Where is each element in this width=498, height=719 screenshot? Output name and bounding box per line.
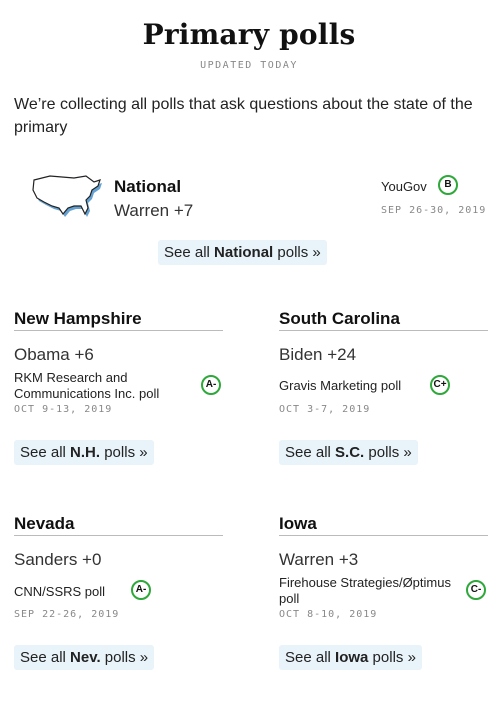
- see-all-prefix: See all: [285, 444, 336, 461]
- updated-label: UPDATED TODAY: [200, 60, 298, 71]
- state-result: Obama +6: [14, 345, 94, 364]
- state-pollster[interactable]: Gravis Marketing poll: [279, 378, 454, 394]
- state-name-iowa: Iowa: [279, 514, 317, 533]
- page-title: Primary polls: [142, 18, 356, 51]
- see-all-prefix: See all: [164, 244, 215, 261]
- state-result: Biden +24: [279, 345, 357, 364]
- see-all-region: S.C.: [335, 444, 365, 461]
- see-all-suffix: polls »: [100, 444, 148, 461]
- divider: [14, 535, 223, 536]
- divider: [14, 330, 223, 331]
- see-all-region: National: [214, 244, 274, 261]
- state-date: OCT 9-13, 2019: [14, 404, 113, 415]
- see-all-sc-button[interactable]: See all S.C. polls »: [279, 440, 418, 465]
- divider: [279, 535, 488, 536]
- see-all-iowa-button[interactable]: See all Iowa polls »: [279, 645, 422, 670]
- national-label: National: [114, 177, 182, 196]
- see-all-prefix: See all: [20, 444, 71, 461]
- state-pollster[interactable]: CNN/SSRS poll: [14, 584, 189, 600]
- national-pollster[interactable]: YouGov: [381, 179, 427, 194]
- grade-badge: A-: [131, 580, 151, 600]
- divider: [279, 330, 488, 331]
- see-all-nh-button[interactable]: See all N.H. polls »: [14, 440, 154, 465]
- see-all-nev-button[interactable]: See all Nev. polls »: [14, 645, 155, 670]
- see-all-national-button[interactable]: See all National polls »: [158, 240, 327, 265]
- see-all-suffix: polls »: [273, 244, 321, 261]
- see-all-suffix: polls »: [100, 649, 149, 666]
- see-all-region: Nev.: [70, 649, 101, 666]
- national-grade-badge: B: [438, 175, 458, 195]
- state-date: OCT 3-7, 2019: [279, 404, 371, 415]
- grade-badge: C+: [430, 375, 450, 395]
- grade-badge: A-: [201, 375, 221, 395]
- intro-text: We’re collecting all polls that ask ques…: [14, 96, 473, 136]
- see-all-prefix: See all: [285, 649, 336, 666]
- state-name-south-carolina: South Carolina: [279, 309, 400, 328]
- state-pollster[interactable]: RKM Research and Communications Inc. pol…: [14, 370, 189, 402]
- state-date: OCT 8-10, 2019: [279, 609, 378, 620]
- state-result: Warren +3: [279, 550, 359, 569]
- state-name-new-hampshire: New Hampshire: [14, 309, 142, 328]
- national-date: SEP 26-30, 2019: [381, 205, 487, 216]
- state-name-nevada: Nevada: [14, 514, 75, 533]
- state-pollster[interactable]: Firehouse Strategies/Øptimus poll: [279, 575, 454, 607]
- national-result: Warren +7: [114, 201, 194, 220]
- grade-badge: C-: [466, 580, 486, 600]
- see-all-region: Iowa: [335, 649, 369, 666]
- see-all-suffix: polls »: [368, 649, 416, 666]
- us-map-icon: [32, 175, 102, 217]
- state-date: SEP 22-26, 2019: [14, 609, 120, 620]
- state-result: Sanders +0: [14, 550, 102, 569]
- see-all-suffix: polls »: [364, 444, 412, 461]
- see-all-region: N.H.: [70, 444, 101, 461]
- see-all-prefix: See all: [20, 649, 71, 666]
